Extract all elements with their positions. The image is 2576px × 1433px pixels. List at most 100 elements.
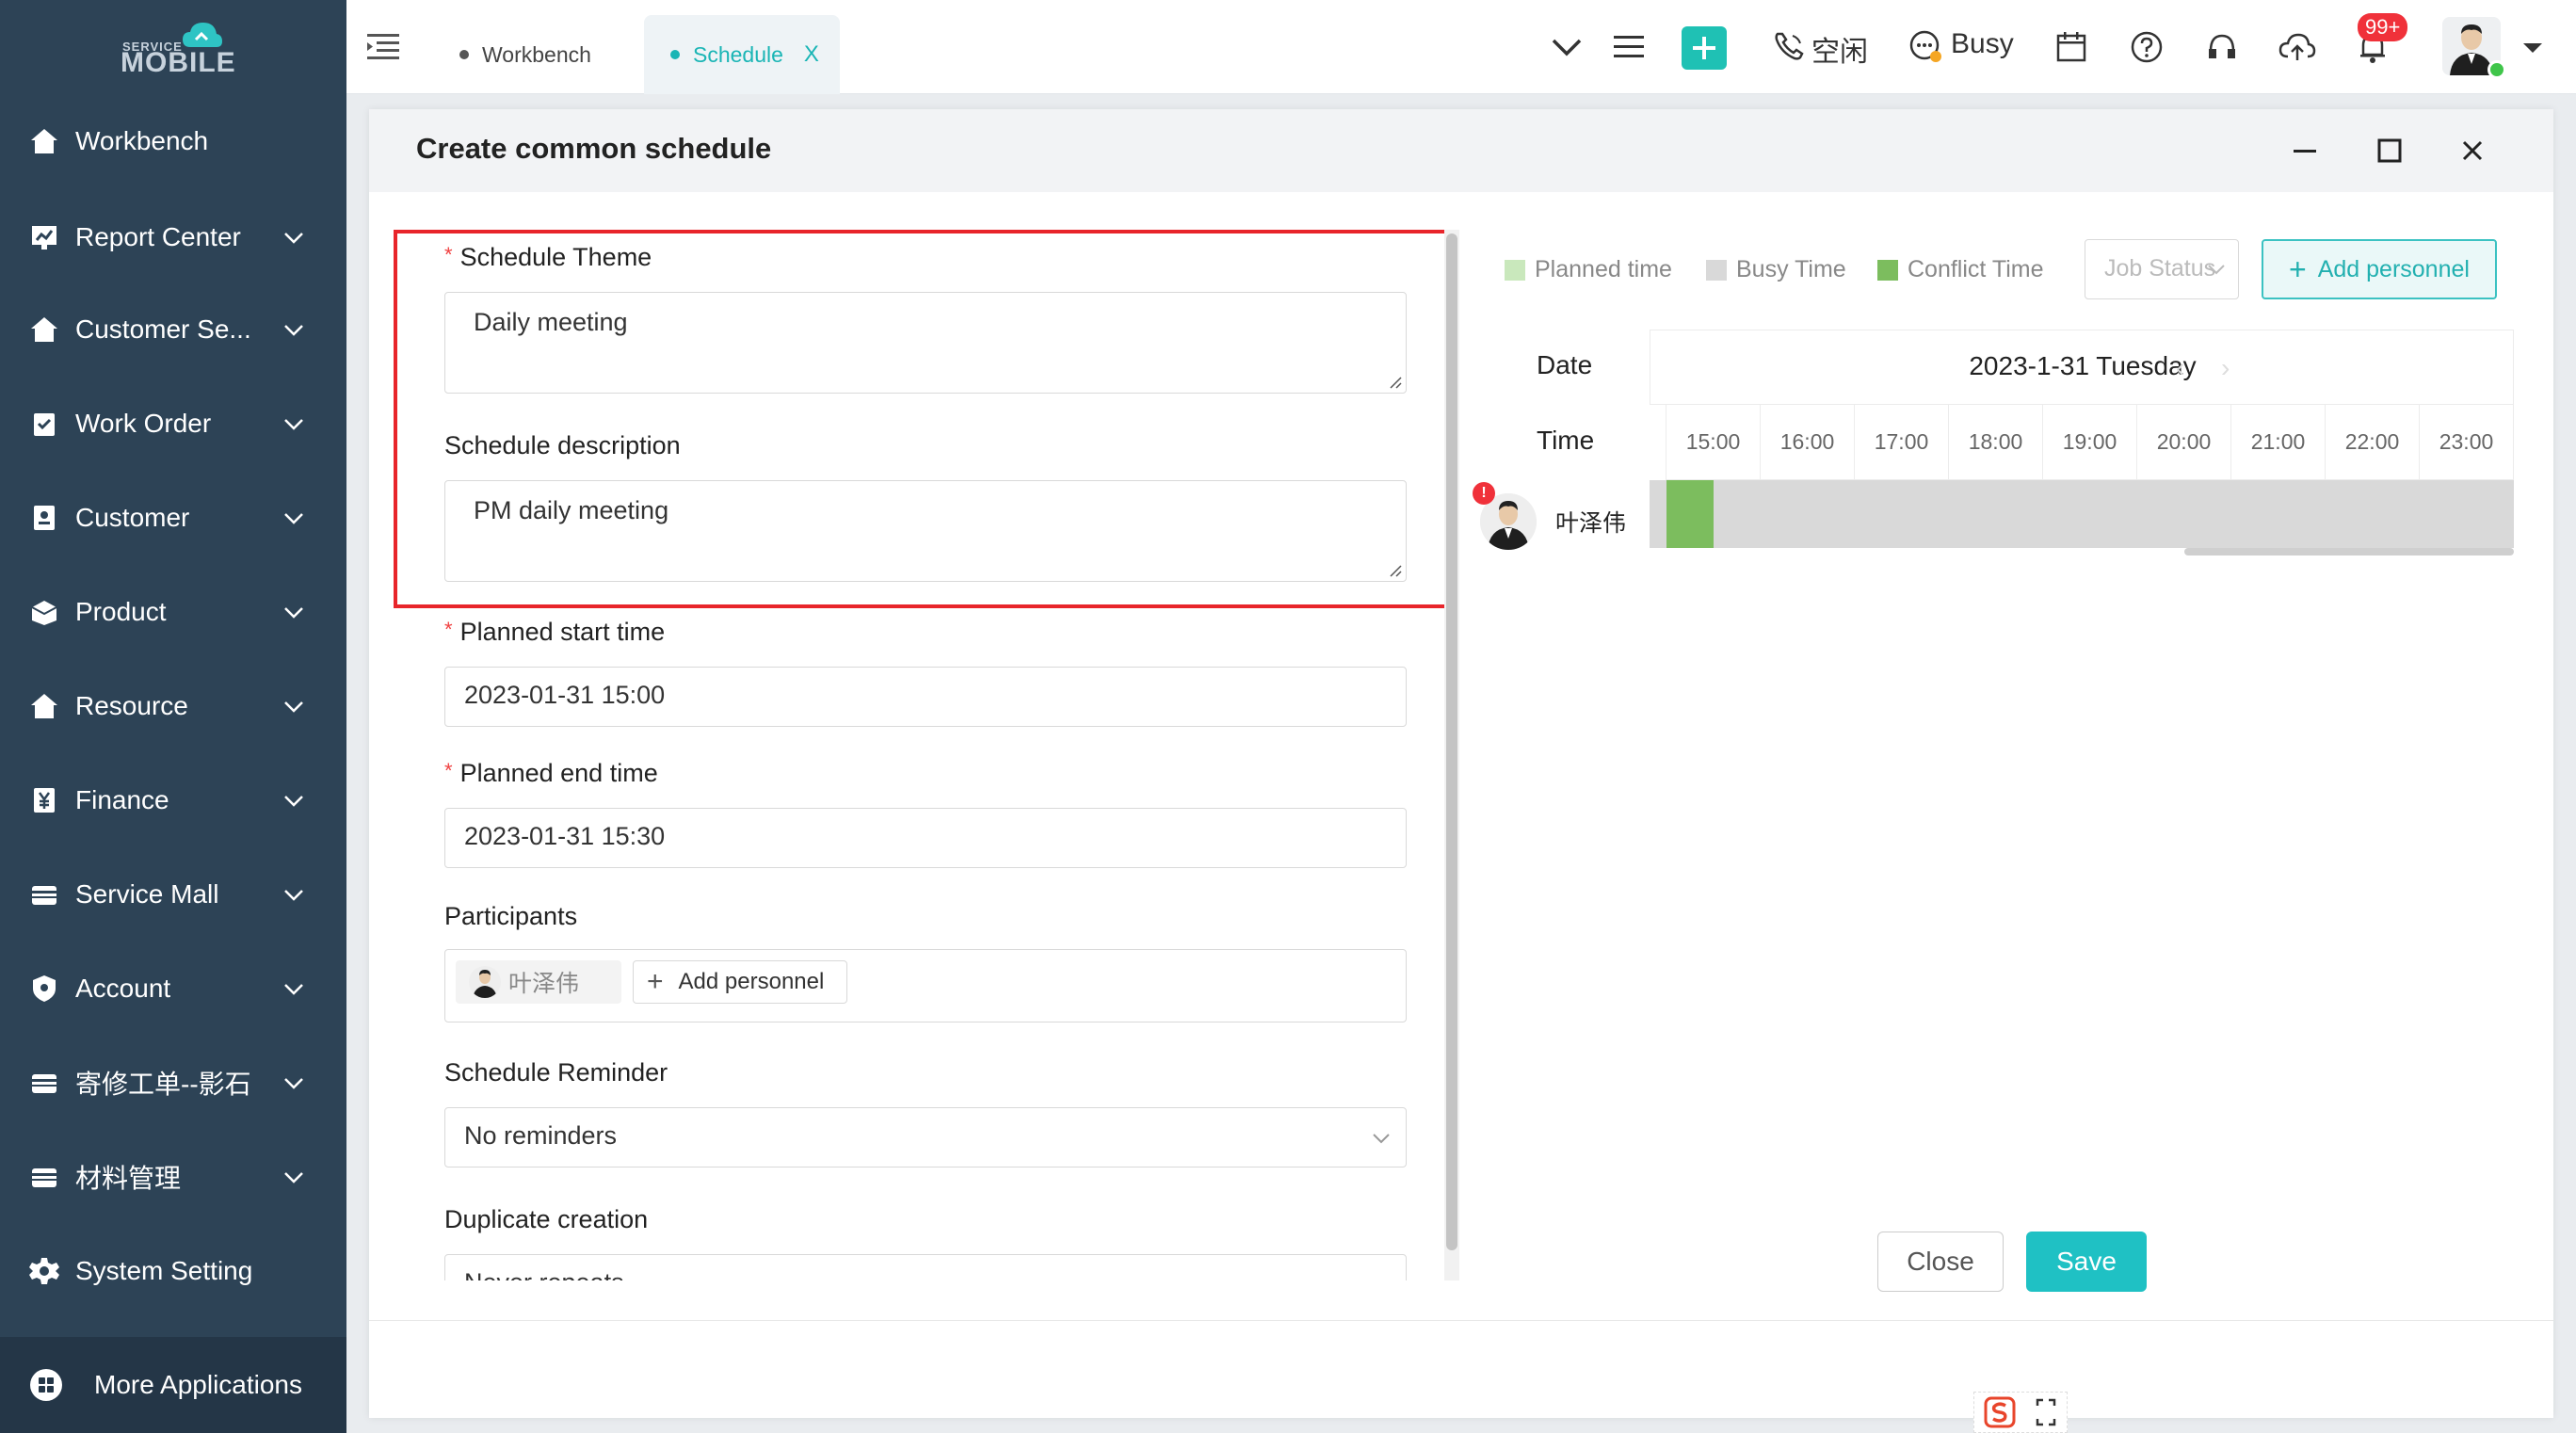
form-scroll-thumb[interactable] (1446, 233, 1457, 1250)
online-status-dot (2487, 60, 2506, 79)
notification-badge: 99+ (2358, 13, 2408, 41)
timeline-scrollbar[interactable] (2184, 548, 2514, 555)
hour-cell: 17:00 (1855, 405, 1949, 480)
chevron-down-icon[interactable] (1546, 26, 1587, 68)
sidebar-item-11[interactable]: 材料管理 (0, 1139, 346, 1215)
cloud-upload-icon[interactable] (2277, 26, 2318, 68)
date-value: 2023-1-31 Tuesday (1969, 351, 2197, 380)
plus-icon: + (647, 966, 664, 997)
close-button[interactable]: Close (1877, 1232, 2004, 1292)
home-icon (28, 314, 60, 346)
card-icon (28, 878, 60, 910)
status-idle-label[interactable]: 空闲 (1811, 28, 1868, 70)
create-plus-button[interactable] (1682, 26, 1727, 70)
resize-handle-icon[interactable] (1387, 374, 1402, 389)
sidebar-item-2[interactable]: Customer Se... (0, 292, 346, 367)
sidebar-item-4[interactable]: Customer (0, 480, 346, 555)
minimize-icon[interactable] (2284, 130, 2326, 171)
top-bar: Workbench Schedule X 空闲 Busy 99+ (346, 0, 2576, 94)
prev-day-arrow[interactable]: ‹ (2176, 353, 2184, 383)
legend-busy: Busy Time (1706, 256, 1846, 283)
dialog-header: Create common schedule (369, 109, 2553, 192)
sidebar-item-10[interactable]: 寄修工单--影石 (0, 1045, 346, 1120)
hour-cell: 16:00 (1761, 405, 1855, 480)
tab-close-icon[interactable]: X (804, 41, 819, 68)
add-participant-button[interactable]: + Add personnel (633, 960, 847, 1004)
sidebar-item-3[interactable]: Work Order (0, 386, 346, 461)
maximize-icon[interactable] (2369, 130, 2410, 171)
floating-widget[interactable] (1973, 1392, 2068, 1433)
participant-chip[interactable]: 叶泽伟 (456, 960, 621, 1004)
person-avatar-icon (469, 966, 501, 998)
sidebar-item-1[interactable]: Report Center (0, 200, 346, 275)
tab-workbench[interactable]: Workbench (459, 15, 591, 94)
sidebar-item-label: Finance (75, 785, 169, 814)
chevron-down-icon (281, 881, 307, 908)
hour-cell: 18:00 (1949, 405, 2043, 480)
date-label: Date (1537, 350, 1593, 379)
hour-cell: 22:00 (2326, 405, 2420, 480)
sidebar-item-9[interactable]: Account (0, 951, 346, 1026)
sidebar-item-12[interactable]: System Setting (0, 1233, 346, 1309)
box-icon (28, 596, 60, 628)
duplicate-creation-select[interactable]: Never repeats (444, 1254, 1407, 1280)
shield-icon (28, 973, 60, 1005)
sidebar-item-8[interactable]: Service Mall (0, 857, 346, 932)
sidebar-item-6[interactable]: Resource (0, 668, 346, 744)
alert-icon: ! (1473, 482, 1495, 505)
planned-end-input[interactable]: 2023-01-31 15:30 (444, 808, 1407, 868)
chevron-down-icon (281, 224, 307, 250)
calendar-icon[interactable] (2051, 26, 2092, 68)
personnel-name: 叶泽伟 (1555, 510, 1627, 537)
add-personnel-button[interactable]: + Add personnel (2262, 239, 2497, 299)
sidebar-item-label: 材料管理 (75, 1164, 182, 1193)
job-status-select[interactable]: Job Status (2085, 239, 2239, 299)
apps-icon (30, 1369, 62, 1401)
sidebar-item-label: Service Mall (75, 879, 219, 909)
schedule-reminder-select[interactable]: No reminders (444, 1107, 1407, 1167)
headset-icon[interactable] (2201, 26, 2243, 68)
planned-start-input[interactable]: 2023-01-31 15:00 (444, 667, 1407, 727)
save-button[interactable]: Save (2026, 1232, 2147, 1292)
schedule-description-input[interactable]: PM daily meeting (444, 480, 1407, 582)
chevron-down-icon (281, 1164, 307, 1190)
sidebar-item-7[interactable]: Finance (0, 763, 346, 838)
schedule-theme-input[interactable]: Daily meeting (444, 292, 1407, 394)
duplicate-creation-label: Duplicate creation (444, 1205, 649, 1233)
plus-icon (1693, 37, 1715, 59)
yen-icon (28, 784, 60, 816)
app-logo: SERVICE MOBILE (0, 0, 346, 104)
chevron-down-icon (281, 693, 307, 719)
status-busy-label[interactable]: Busy (1951, 28, 2014, 60)
menu-toggle-icon[interactable] (365, 30, 401, 64)
duplicate-clip: Never repeats (444, 1252, 1407, 1280)
phone-icon[interactable] (1768, 26, 1810, 68)
list-icon[interactable] (1608, 26, 1650, 68)
help-icon[interactable] (2126, 26, 2167, 68)
schedule-reminder-label: Schedule Reminder (444, 1058, 668, 1087)
tab-schedule[interactable]: Schedule X (644, 15, 840, 94)
caret-down-icon[interactable] (2512, 26, 2553, 68)
resize-handle-icon[interactable] (1387, 562, 1402, 577)
planned-end-label: * Planned end time (444, 759, 658, 787)
chevron-down-icon (281, 411, 307, 437)
chevron-down-icon (281, 975, 307, 1002)
timeline-track (1650, 480, 2514, 548)
legend-conflict: Conflict Time (1877, 256, 2043, 283)
sidebar-item-0[interactable]: Workbench (0, 104, 346, 179)
legend-planned: Planned time (1505, 256, 1672, 283)
date-header: 2023-1-31 Tuesday ‹ › (1650, 330, 2514, 405)
planned-start-label: * Planned start time (444, 618, 666, 646)
conflict-time-block (1666, 480, 1714, 548)
card-icon (28, 1161, 60, 1193)
sidebar-item-label: Customer (75, 503, 190, 532)
next-day-arrow[interactable]: › (2221, 353, 2230, 383)
chat-status-icon[interactable] (1906, 26, 1947, 68)
report-icon (28, 221, 60, 253)
dialog-title: Create common schedule (416, 132, 772, 165)
chevron-down-icon (281, 787, 307, 813)
more-applications[interactable]: More Applications (0, 1337, 346, 1433)
sidebar-item-5[interactable]: Product (0, 574, 346, 650)
dialog-footer (369, 1320, 2553, 1418)
close-icon[interactable] (2452, 130, 2493, 171)
